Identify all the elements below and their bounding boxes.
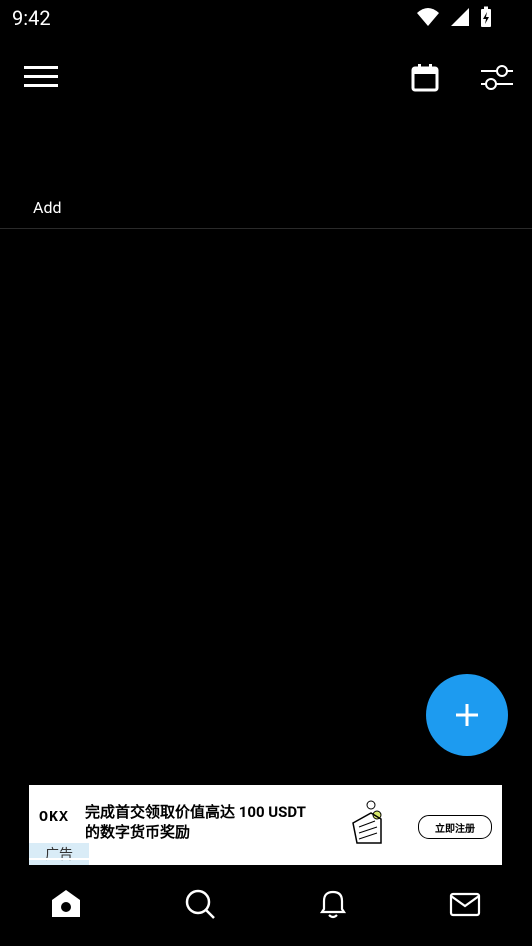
ad-content: OKX 完成首交领取价值高达 100 USDT 的数字货币奖励 立即注册 广告 <box>29 797 502 865</box>
add-label[interactable]: Add <box>33 198 61 217</box>
ad-brand-logo: OKX <box>39 809 70 826</box>
add-list-row[interactable]: Add <box>0 186 532 229</box>
status-bar: 9:42 <box>0 0 532 38</box>
nav-search[interactable] <box>182 886 218 922</box>
compose-fab-button[interactable] <box>426 674 508 756</box>
filter-sliders-icon <box>481 65 513 90</box>
ad-label-badge: 广告 <box>29 843 89 865</box>
ad-banner[interactable]: OKX 完成首交领取价值高达 100 USDT 的数字货币奖励 立即注册 广告 <box>29 785 502 865</box>
ad-divider <box>29 858 502 860</box>
bottom-navigation <box>0 870 532 936</box>
battery-charging-icon <box>480 6 492 32</box>
signal-icon <box>450 7 470 31</box>
ad-headline-line2: 的数字货币奖励 <box>85 823 191 841</box>
app-screen: 9:42 Add OKX 完成首交领取价值高达 100 USDT 的数字货币奖励… <box>0 0 532 946</box>
menu-icon <box>24 66 58 87</box>
nav-messages[interactable] <box>447 886 483 922</box>
ad-register-button[interactable]: 立即注册 <box>418 815 492 839</box>
messages-mail-icon <box>449 892 481 917</box>
top-app-bar <box>0 50 532 106</box>
status-time: 9:42 <box>12 6 51 30</box>
ad-illustration-icon <box>352 800 382 844</box>
ad-headline: 完成首交领取价值高达 100 USDT 的数字货币奖励 <box>85 802 355 842</box>
filter-button[interactable] <box>479 62 515 94</box>
wifi-icon <box>416 7 440 31</box>
status-icons <box>416 6 492 32</box>
notifications-bell-icon <box>319 890 347 919</box>
home-icon <box>52 890 80 917</box>
plus-icon <box>456 704 478 726</box>
search-icon <box>185 889 215 919</box>
nav-notifications[interactable] <box>315 886 351 922</box>
ad-headline-line1: 完成首交领取价值高达 100 USDT <box>85 803 306 821</box>
menu-button[interactable] <box>22 64 62 92</box>
calendar-button[interactable] <box>410 62 442 94</box>
nav-home[interactable] <box>48 886 84 922</box>
calendar-icon <box>411 64 439 92</box>
